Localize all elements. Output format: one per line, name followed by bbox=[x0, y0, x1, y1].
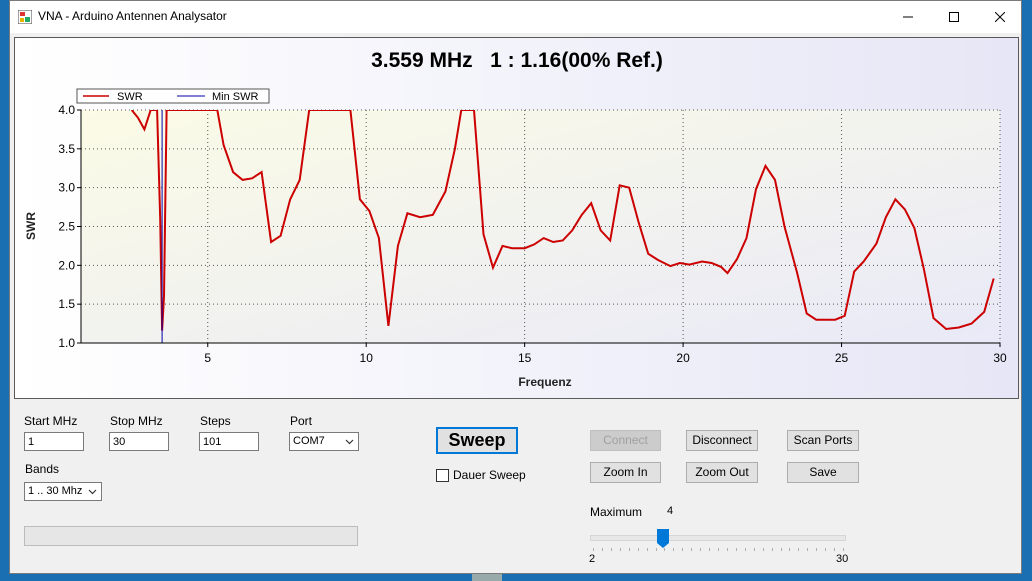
x-tick-label: 15 bbox=[518, 351, 532, 365]
start-mhz-label: Start MHz bbox=[24, 414, 78, 428]
slider-tick bbox=[646, 548, 648, 551]
y-tick-label: 1.5 bbox=[58, 297, 75, 311]
slider-tick bbox=[718, 548, 719, 551]
slider-tick bbox=[744, 548, 746, 551]
slider-tick bbox=[798, 548, 800, 551]
port-label: Port bbox=[290, 414, 313, 428]
zoom-in-button[interactable]: Zoom In bbox=[590, 462, 661, 483]
y-tick-label: 2.5 bbox=[58, 220, 75, 234]
slider-tick bbox=[700, 548, 702, 551]
slider-tick bbox=[682, 548, 684, 551]
slider-tick bbox=[628, 548, 630, 551]
slider-tick bbox=[691, 548, 693, 551]
bands-select[interactable]: 1 .. 30 Mhz bbox=[24, 482, 102, 501]
taskbar-fragment bbox=[472, 574, 502, 581]
slider-tick bbox=[789, 548, 791, 551]
connect-button[interactable]: Connect bbox=[590, 430, 661, 451]
legend-min-swr-label: Min SWR bbox=[212, 91, 259, 103]
x-tick-label: 30 bbox=[993, 351, 1007, 365]
steps-input[interactable] bbox=[199, 432, 259, 451]
sweep-button[interactable]: Sweep bbox=[436, 427, 518, 454]
minimize-button[interactable] bbox=[885, 1, 931, 33]
slider-tick bbox=[610, 548, 612, 551]
bands-label: Bands bbox=[25, 462, 60, 476]
slider-tick bbox=[843, 548, 844, 551]
port-select-value: COM7 bbox=[293, 435, 325, 447]
bands-select-value: 1 .. 30 Mhz bbox=[28, 485, 83, 497]
slider-tick bbox=[664, 548, 666, 551]
slider-tick bbox=[655, 548, 657, 551]
maximize-button[interactable] bbox=[931, 1, 977, 33]
port-select[interactable]: COM7 bbox=[289, 432, 359, 451]
slider-min-label: 2 bbox=[589, 553, 596, 565]
maximum-value: 4 bbox=[667, 505, 674, 517]
y-axis-label: SWR bbox=[24, 212, 38, 240]
y-tick-label: 4.0 bbox=[58, 103, 75, 117]
slider-tick bbox=[709, 548, 711, 551]
maximum-slider-thumb[interactable] bbox=[657, 529, 669, 548]
steps-label: Steps bbox=[200, 414, 231, 428]
frequency-swr-readout: 3.559 MHz 1 : 1.16(00% Ref.) bbox=[371, 49, 663, 72]
swr-chart-panel: 3.559 MHz 1 : 1.16(00% Ref.) 1.0 1.5 2.0 2.… bbox=[14, 37, 1019, 399]
save-button[interactable]: Save bbox=[787, 462, 859, 483]
y-tick-label: 3.0 bbox=[58, 181, 75, 195]
dauer-sweep-label: Dauer Sweep bbox=[453, 468, 526, 482]
sweep-progress-bar bbox=[24, 526, 358, 546]
x-axis-label: Frequenz bbox=[518, 375, 571, 389]
swr-chart[interactable]: 3.559 MHz 1 : 1.16(00% Ref.) 1.0 1.5 2.0 2.… bbox=[15, 38, 1018, 398]
x-tick-label: 25 bbox=[835, 351, 849, 365]
slider-tick bbox=[762, 548, 764, 551]
x-tick-label: 10 bbox=[360, 351, 374, 365]
slider-tick bbox=[593, 548, 594, 551]
slider-tick bbox=[834, 548, 836, 551]
disconnect-button[interactable]: Disconnect bbox=[686, 430, 758, 451]
slider-tick bbox=[807, 548, 809, 551]
window-title: VNA - Arduino Antennen Analysator bbox=[38, 9, 227, 23]
chevron-down-icon bbox=[88, 489, 97, 495]
maximum-label: Maximum bbox=[590, 505, 643, 519]
slider-max-label: 30 bbox=[836, 553, 849, 565]
maximum-slider-track[interactable] bbox=[590, 535, 846, 541]
chevron-down-icon bbox=[345, 439, 354, 445]
slider-tick bbox=[619, 548, 621, 551]
slider-tick bbox=[601, 548, 603, 551]
close-button[interactable] bbox=[977, 1, 1023, 33]
close-icon bbox=[995, 12, 1005, 22]
start-mhz-input[interactable] bbox=[24, 432, 84, 451]
slider-tick bbox=[637, 548, 639, 551]
maximize-icon bbox=[949, 12, 959, 22]
plot-area bbox=[81, 110, 1000, 343]
minimize-icon bbox=[903, 16, 913, 18]
slider-tick bbox=[780, 548, 782, 551]
main-window: VNA - Arduino Antennen Analysator 3.559 … bbox=[9, 0, 1022, 574]
legend-swr-label: SWR bbox=[117, 91, 143, 103]
slider-tick bbox=[753, 548, 755, 551]
y-tick-label: 3.5 bbox=[58, 142, 75, 156]
app-icon bbox=[18, 10, 32, 24]
scan-ports-button[interactable]: Scan Ports bbox=[787, 430, 859, 451]
dauer-sweep-checkbox[interactable] bbox=[436, 469, 449, 482]
y-tick-label: 1.0 bbox=[58, 336, 75, 350]
x-tick-label: 20 bbox=[676, 351, 690, 365]
y-tick-label: 2.0 bbox=[58, 258, 75, 272]
legend: SWR Min SWR bbox=[76, 88, 270, 104]
zoom-out-button[interactable]: Zoom Out bbox=[686, 462, 758, 483]
stop-mhz-label: Stop MHz bbox=[110, 414, 163, 428]
slider-tick bbox=[673, 548, 675, 551]
stop-mhz-input[interactable] bbox=[109, 432, 169, 451]
slider-tick bbox=[825, 548, 827, 551]
slider-tick bbox=[735, 548, 737, 551]
title-bar[interactable]: VNA - Arduino Antennen Analysator bbox=[10, 1, 1021, 33]
x-tick-label: 5 bbox=[204, 351, 211, 365]
slider-tick bbox=[726, 548, 728, 551]
slider-tick bbox=[771, 548, 773, 551]
slider-tick bbox=[816, 548, 818, 551]
